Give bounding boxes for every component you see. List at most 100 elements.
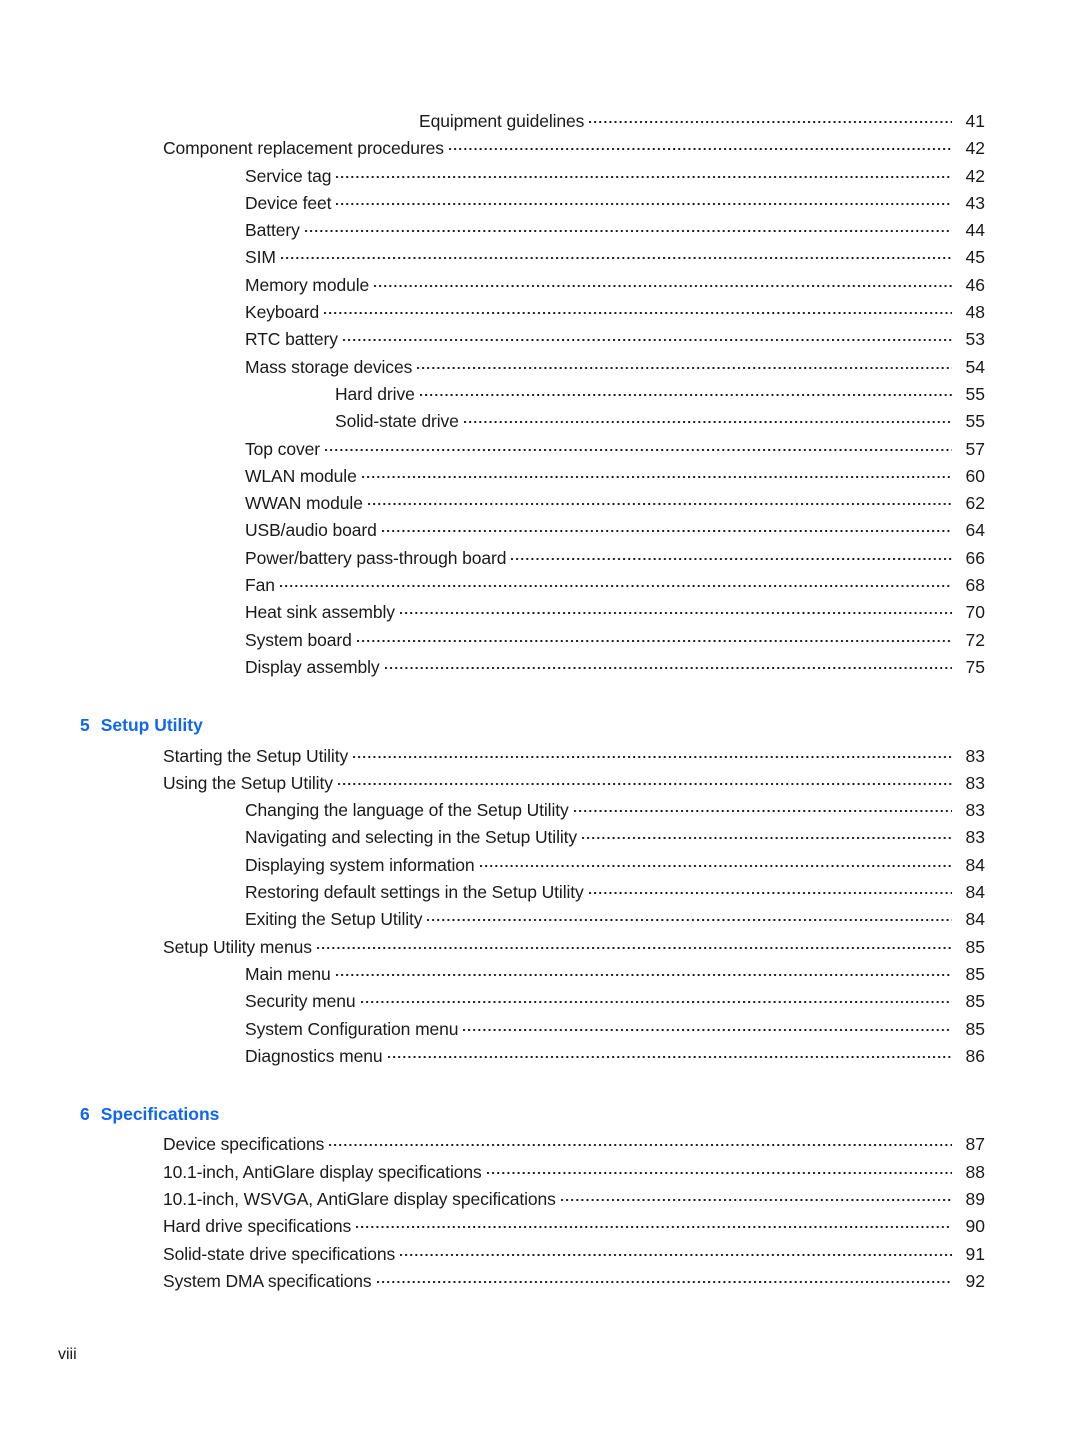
toc-entry-battery[interactable]: Battery 44	[0, 217, 1080, 244]
dot-leader	[279, 574, 952, 591]
toc-entry-title: Mass storage devices	[245, 356, 413, 377]
toc-entry-starting-the-setup-utility[interactable]: Starting the Setup Utility 83	[0, 743, 1080, 770]
toc-entry-hard-drive[interactable]: Hard drive 55	[0, 381, 1080, 408]
toc-entry-page-number: 87	[965, 1134, 985, 1155]
toc-entry-page-number: 92	[965, 1270, 985, 1291]
toc-entry-title: Top cover	[245, 438, 320, 459]
toc-entry-title: Hard drive	[335, 383, 415, 404]
toc-entry-page-number: 90	[965, 1216, 985, 1237]
toc-entry-page-number: 85	[965, 963, 985, 984]
dot-leader	[376, 1270, 952, 1287]
dot-leader	[419, 383, 952, 400]
toc-entry-title: Diagnostics menu	[245, 1045, 383, 1066]
toc-entry-page-number: 43	[965, 192, 985, 213]
toc-entry-system-board[interactable]: System board 72	[0, 627, 1080, 654]
toc-entry-usb-audio-board[interactable]: USB/audio board 64	[0, 517, 1080, 544]
toc-entry-wlan-module[interactable]: WLAN module 60	[0, 463, 1080, 490]
toc-entry-title: Component replacement procedures	[163, 138, 444, 159]
toc-entry-memory-module[interactable]: Memory module 46	[0, 272, 1080, 299]
dot-leader	[463, 1018, 952, 1035]
toc-entry-wwan-module[interactable]: WWAN module 62	[0, 490, 1080, 517]
toc-entry-10-1-inch-antiglare-display-specifications[interactable]: 10.1-inch, AntiGlare display specificati…	[0, 1159, 1080, 1186]
toc-entry-page-number: 84	[965, 882, 985, 903]
toc-entry-page-number: 42	[965, 138, 985, 159]
toc-entry-sim[interactable]: SIM 45	[0, 244, 1080, 271]
chapter-heading-setup-utility[interactable]: 5 Setup Utility	[0, 712, 1080, 739]
toc-entry-setup-utility-menus[interactable]: Setup Utility menus 85	[0, 934, 1080, 961]
toc-entry-using-the-setup-utility[interactable]: Using the Setup Utility 83	[0, 770, 1080, 797]
toc-entry-page-number: 66	[965, 547, 985, 568]
dot-leader	[356, 1215, 952, 1232]
toc-entry-device-feet[interactable]: Device feet 43	[0, 190, 1080, 217]
toc-entry-navigating-and-selecting-in-the-setup-utility[interactable]: Navigating and selecting in the Setup Ut…	[0, 824, 1080, 851]
dot-leader	[367, 492, 952, 509]
dot-leader	[384, 656, 952, 673]
toc-entry-changing-the-language-of-the-setup-utility[interactable]: Changing the language of the Setup Utili…	[0, 797, 1080, 824]
dot-leader	[356, 629, 952, 646]
toc-entry-display-assembly[interactable]: Display assembly 75	[0, 654, 1080, 681]
toc-entry-solid-state-drive-specifications[interactable]: Solid-state drive specifications 91	[0, 1241, 1080, 1268]
dot-leader	[316, 936, 952, 953]
toc-entry-page-number: 85	[965, 936, 985, 957]
toc-entry-component-replacement-procedures[interactable]: Component replacement procedures 42	[0, 135, 1080, 162]
toc-entry-page-number: 62	[965, 493, 985, 514]
toc-entry-page-number: 72	[965, 629, 985, 650]
toc-entry-page-number: 42	[965, 165, 985, 186]
toc-entry-service-tag[interactable]: Service tag 42	[0, 163, 1080, 190]
dot-leader	[463, 410, 952, 427]
toc-entry-hard-drive-specifications[interactable]: Hard drive specifications 90	[0, 1213, 1080, 1240]
toc-entry-title: Memory module	[245, 274, 370, 295]
toc-entry-displaying-system-information[interactable]: Displaying system information 84	[0, 852, 1080, 879]
dot-leader	[387, 1045, 953, 1062]
toc-page: Equipment guidelines 41 Component replacem…	[0, 0, 1080, 1437]
toc-entry-power-battery-pass-through-board[interactable]: Power/battery pass-through board 66	[0, 545, 1080, 572]
toc-entry-page-number: 85	[965, 991, 985, 1012]
dot-leader	[417, 356, 952, 373]
toc-entry-exiting-the-setup-utility[interactable]: Exiting the Setup Utility 84	[0, 906, 1080, 933]
toc-entry-page-number: 53	[965, 329, 985, 350]
toc-entry-diagnostics-menu[interactable]: Diagnostics menu 86	[0, 1043, 1080, 1070]
toc-entry-page-number: 86	[965, 1045, 985, 1066]
toc-entry-page-number: 83	[965, 745, 985, 766]
toc-entry-page-number: 85	[965, 1018, 985, 1039]
toc-entry-mass-storage-devices[interactable]: Mass storage devices 54	[0, 354, 1080, 381]
toc-entry-rtc-battery[interactable]: RTC battery 53	[0, 326, 1080, 353]
dot-leader	[353, 745, 952, 762]
toc-entry-title: Equipment guidelines	[419, 111, 585, 131]
toc-entry-security-menu[interactable]: Security menu 85	[0, 988, 1080, 1015]
toc-entry-keyboard[interactable]: Keyboard 48	[0, 299, 1080, 326]
toc-entry-heat-sink-assembly[interactable]: Heat sink assembly 70	[0, 599, 1080, 626]
toc-entry-title: Restoring default settings in the Setup …	[245, 882, 584, 903]
toc-entry-main-menu[interactable]: Main menu 85	[0, 961, 1080, 988]
toc-entry-title: 10.1-inch, WSVGA, AntiGlare display spec…	[163, 1188, 556, 1209]
toc-entry-solid-state-drive[interactable]: Solid-state drive 55	[0, 408, 1080, 435]
toc-entry-fan[interactable]: Fan 68	[0, 572, 1080, 599]
toc-entry-title: Navigating and selecting in the Setup Ut…	[245, 827, 578, 848]
dot-leader	[573, 799, 952, 816]
toc-entry-system-configuration-menu[interactable]: System Configuration menu 85	[0, 1016, 1080, 1043]
dot-leader	[448, 137, 952, 154]
toc-entry-page-number: 84	[965, 854, 985, 875]
toc-entry-page-number: 68	[965, 575, 985, 596]
toc-entry-10-1-inch-wsvga-antiglare-display-specifications[interactable]: 10.1-inch, WSVGA, AntiGlare display spec…	[0, 1186, 1080, 1213]
toc-entry-restoring-default-settings-in-the-setup-utility[interactable]: Restoring default settings in the Setup …	[0, 879, 1080, 906]
chapter-heading-specifications[interactable]: 6 Specifications	[0, 1101, 1080, 1128]
toc-entry-page-number: 45	[965, 247, 985, 268]
dot-leader	[304, 219, 952, 236]
toc-entry-page-number: 83	[965, 827, 985, 848]
toc-entry-title: RTC battery	[245, 329, 338, 350]
page-number-footer: viii	[58, 1346, 77, 1363]
toc-entry-page-number: 64	[965, 520, 985, 541]
toc-entry-equipment-guidelines[interactable]: Equipment guidelines 41	[0, 108, 1080, 135]
dot-leader	[335, 963, 952, 980]
toc-entry-device-specifications[interactable]: Device specifications 87	[0, 1131, 1080, 1158]
toc-entry-title: Device feet	[245, 192, 332, 213]
toc-entry-top-cover[interactable]: Top cover 57	[0, 436, 1080, 463]
toc-entry-title: Solid-state drive	[335, 411, 459, 432]
toc-entry-title: Setup Utility menus	[163, 936, 312, 957]
dot-leader	[588, 881, 952, 898]
toc-entry-system-dma-specifications[interactable]: System DMA specifications 92	[0, 1268, 1080, 1295]
toc-entry-title: Starting the Setup Utility	[163, 745, 349, 766]
